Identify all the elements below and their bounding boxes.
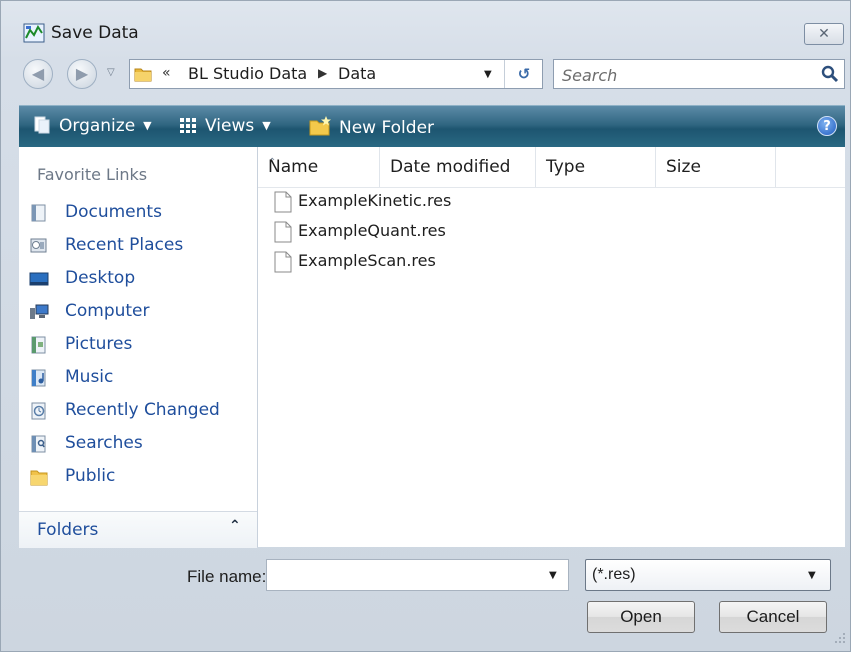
- resize-grip-icon[interactable]: [833, 631, 847, 645]
- search-input[interactable]: [560, 63, 814, 87]
- refresh-button[interactable]: ↺: [504, 60, 543, 88]
- file-row[interactable]: ExampleKinetic.res: [270, 187, 670, 217]
- column-header-date-modified[interactable]: Date modified: [380, 147, 536, 187]
- column-header-size[interactable]: Size: [656, 147, 776, 187]
- open-button[interactable]: Open: [587, 601, 695, 633]
- views-icon: [180, 118, 196, 133]
- navigation-bar: ◀ ▶ ▽ « BL Studio Data ▶ Data ▼ ↺: [1, 53, 850, 97]
- cancel-button[interactable]: Cancel: [719, 601, 827, 633]
- file-type-value: (*.res): [592, 566, 636, 583]
- file-icon: [274, 191, 292, 213]
- sidebar-item-public[interactable]: Public: [27, 463, 255, 491]
- computer-icon: [30, 304, 49, 319]
- column-headers: ⌃ Name Date modified Type Size: [258, 147, 845, 188]
- views-label: Views: [205, 116, 255, 136]
- breadcrumb-bl-studio-data[interactable]: BL Studio Data: [188, 64, 307, 83]
- address-bar[interactable]: « BL Studio Data ▶ Data ▼ ↺: [129, 59, 543, 89]
- organize-label: Organize: [59, 116, 136, 136]
- file-name: ExampleQuant.res: [298, 221, 446, 240]
- file-row[interactable]: ExampleQuant.res: [270, 217, 670, 247]
- file-icon: [274, 221, 292, 243]
- chevron-down-icon[interactable]: ▼: [808, 570, 816, 581]
- forward-button[interactable]: ▶: [67, 59, 97, 89]
- back-arrow-icon: ◀: [31, 64, 45, 83]
- forward-arrow-icon: ▶: [75, 64, 89, 83]
- sidebar-item-label: Recently Changed: [65, 400, 220, 420]
- sidebar-item-label: Recent Places: [65, 235, 184, 255]
- folders-label: Folders: [37, 520, 99, 540]
- file-list: ⌃ Name Date modified Type Size ExampleKi…: [258, 147, 845, 547]
- file-name-combobox[interactable]: ▼: [266, 559, 569, 591]
- sidebar-item-label: Documents: [65, 202, 162, 222]
- sidebar-item-label: Searches: [65, 433, 143, 453]
- command-toolbar: Organize ▼ Views ▼ New Folder ?: [19, 105, 845, 148]
- save-data-dialog: Save Data ✕ ◀ ▶ ▽ « BL Studio Data ▶ Dat…: [0, 0, 851, 652]
- file-row[interactable]: ExampleScan.res: [270, 247, 670, 277]
- recent-pages-dropdown[interactable]: ▽: [107, 67, 115, 78]
- close-icon: ✕: [818, 26, 830, 42]
- sidebar-item-documents[interactable]: Documents: [27, 199, 255, 227]
- window-title: Save Data: [51, 23, 139, 43]
- music-icon: [31, 369, 46, 387]
- new-folder-button[interactable]: New Folder: [309, 116, 434, 138]
- documents-icon: [31, 204, 46, 222]
- sidebar-item-recently-changed[interactable]: Recently Changed: [27, 397, 255, 425]
- title-bar: Save Data ✕: [1, 1, 850, 51]
- organize-caret-icon: ▼: [143, 119, 152, 132]
- organize-button[interactable]: Organize ▼: [33, 116, 152, 136]
- chevron-down-icon[interactable]: ▼: [549, 570, 557, 581]
- sidebar-item-recent-places[interactable]: Recent Places: [27, 232, 255, 260]
- sidebar-item-label: Pictures: [65, 334, 133, 354]
- help-icon[interactable]: ?: [817, 116, 837, 136]
- recently-changed-icon: [31, 402, 46, 420]
- sidebar-item-label: Public: [65, 466, 116, 486]
- column-header-type[interactable]: Type: [536, 147, 656, 187]
- sidebar-item-computer[interactable]: Computer: [27, 298, 255, 326]
- folders-toggle[interactable]: Folders ⌃: [19, 511, 257, 548]
- new-folder-label: New Folder: [339, 118, 435, 138]
- breadcrumb-separator-icon[interactable]: ▶: [318, 66, 327, 80]
- sidebar-item-label: Computer: [65, 301, 150, 321]
- file-type-select[interactable]: (*.res) ▼: [585, 559, 831, 591]
- views-button[interactable]: Views ▼: [179, 116, 271, 136]
- new-folder-icon: [309, 116, 331, 136]
- file-name: ExampleKinetic.res: [298, 191, 452, 210]
- search-icon[interactable]: [820, 64, 840, 84]
- file-name: ExampleScan.res: [298, 251, 436, 270]
- views-caret-icon: ▼: [262, 119, 271, 132]
- navigation-pane: Favorite Links Documents Recent Places D…: [19, 147, 258, 548]
- searches-icon: [31, 435, 46, 453]
- address-dropdown-icon[interactable]: ▼: [484, 69, 492, 80]
- favorite-links-heading: Favorite Links: [37, 165, 148, 184]
- sidebar-item-desktop[interactable]: Desktop: [27, 265, 255, 293]
- desktop-icon: [29, 272, 49, 286]
- sidebar-item-pictures[interactable]: Pictures: [27, 331, 255, 359]
- recent-places-icon: [30, 238, 47, 253]
- sidebar-item-label: Music: [65, 367, 114, 387]
- breadcrumb-data[interactable]: Data: [338, 64, 376, 83]
- sidebar-item-searches[interactable]: Searches: [27, 430, 255, 458]
- folder-icon: [134, 68, 152, 82]
- app-icon: [23, 23, 45, 43]
- public-folder-icon: [30, 470, 48, 486]
- organize-icon: [34, 116, 50, 134]
- sidebar-item-label: Desktop: [65, 268, 136, 288]
- chevron-up-icon[interactable]: ⌃: [229, 518, 241, 534]
- refresh-icon: ↺: [517, 65, 531, 83]
- column-header-name[interactable]: ⌃ Name: [258, 147, 380, 187]
- close-button[interactable]: ✕: [804, 23, 844, 45]
- file-name-input[interactable]: [271, 564, 545, 588]
- sidebar-item-music[interactable]: Music: [27, 364, 255, 392]
- back-button[interactable]: ◀: [23, 59, 53, 89]
- file-name-label: File name:: [187, 567, 267, 586]
- pictures-icon: [31, 336, 46, 354]
- address-overflow[interactable]: «: [162, 65, 171, 81]
- file-icon: [274, 251, 292, 273]
- search-box[interactable]: [553, 59, 845, 89]
